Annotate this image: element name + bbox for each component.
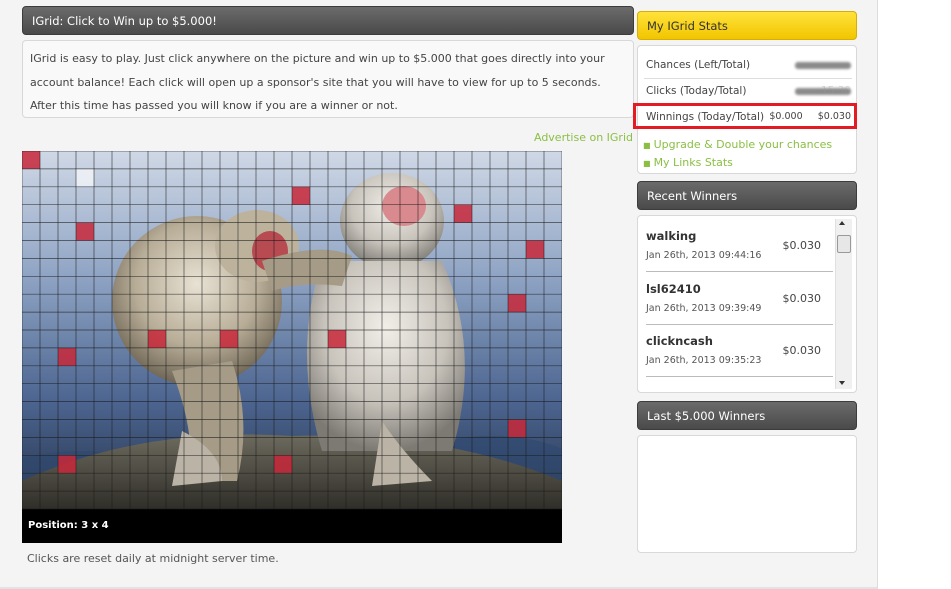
clicked-cell bbox=[454, 204, 472, 223]
winner-name: lsl62410 bbox=[646, 282, 701, 296]
clicked-cell bbox=[328, 330, 346, 348]
recent-winners-scrollbar[interactable] bbox=[835, 219, 852, 389]
stat-row-clicks: Clicks (Today/Total) 15 30 bbox=[646, 85, 851, 97]
reset-note: Clicks are reset daily at midnight serve… bbox=[27, 552, 279, 565]
stat-label-clicks: Clicks (Today/Total) bbox=[646, 85, 747, 97]
position-readout: Position: 3 x 4 bbox=[28, 520, 109, 531]
winnings-highlight-box bbox=[633, 103, 857, 129]
clicked-cell bbox=[58, 347, 76, 366]
winner-amount: $0.030 bbox=[782, 292, 822, 305]
scroll-down-arrow-icon[interactable] bbox=[839, 381, 845, 385]
divider bbox=[646, 271, 833, 272]
clicked-cell bbox=[220, 330, 238, 348]
position-label: Position: bbox=[28, 520, 78, 531]
clicked-cell bbox=[22, 151, 40, 169]
my-links-stats-label[interactable]: My Links Stats bbox=[654, 156, 733, 169]
divider bbox=[646, 324, 833, 325]
hover-cell[interactable] bbox=[76, 168, 94, 187]
stat-value-clicks: 15 30 bbox=[795, 85, 851, 97]
stat-value-chances-redacted bbox=[795, 59, 851, 72]
clicked-cell bbox=[274, 455, 292, 474]
last-winners-title-bar: Last $5.000 Winners bbox=[637, 401, 857, 430]
divider bbox=[646, 376, 833, 377]
winner-amount: $0.030 bbox=[782, 344, 822, 357]
last-winners-title: Last $5.000 Winners bbox=[647, 409, 766, 423]
recent-winners-title-bar: Recent Winners bbox=[637, 181, 857, 210]
bullet-icon: ■ bbox=[643, 159, 651, 168]
stat-label-chances: Chances (Left/Total) bbox=[646, 59, 751, 71]
clicked-cell bbox=[148, 330, 166, 348]
stats-title-bar: My IGrid Stats bbox=[637, 11, 857, 40]
winner-date: Jan 26th, 2013 09:44:16 bbox=[646, 250, 762, 261]
stat-row-chances: Chances (Left/Total) bbox=[646, 59, 851, 71]
page-right-margin bbox=[877, 0, 951, 589]
clicked-cell bbox=[58, 455, 76, 474]
position-value: 3 x 4 bbox=[81, 520, 109, 531]
winner-amount: $0.030 bbox=[782, 239, 822, 252]
main-title-bar: IGrid: Click to Win up to $5.000! bbox=[22, 6, 634, 35]
intro-text: IGrid is easy to play. Just click anywhe… bbox=[30, 52, 605, 112]
upgrade-link[interactable]: ■ Upgrade & Double your chances bbox=[643, 138, 832, 151]
clicked-cell bbox=[508, 294, 526, 313]
winner-date: Jan 26th, 2013 09:39:49 bbox=[646, 303, 762, 314]
clicked-cell bbox=[508, 419, 526, 438]
stat-value-clicks-text: 15 30 bbox=[820, 85, 851, 97]
clicked-cell bbox=[76, 222, 94, 241]
bullet-icon: ■ bbox=[643, 141, 651, 150]
my-links-stats-link[interactable]: ■ My Links Stats bbox=[643, 156, 733, 169]
upgrade-link-label[interactable]: Upgrade & Double your chances bbox=[654, 138, 833, 151]
main-title: IGrid: Click to Win up to $5.000! bbox=[32, 14, 217, 28]
winner-name: clickncash bbox=[646, 334, 713, 348]
stats-title: My IGrid Stats bbox=[647, 19, 728, 33]
advertise-link[interactable]: Advertise on IGrid bbox=[534, 131, 633, 144]
last-winners-box bbox=[637, 435, 857, 553]
clicked-cell bbox=[292, 186, 310, 205]
intro-box: IGrid is easy to play. Just click anywhe… bbox=[22, 40, 634, 118]
winner-date: Jan 26th, 2013 09:35:23 bbox=[646, 355, 762, 366]
igrid-image[interactable] bbox=[22, 151, 562, 543]
recent-winners-title: Recent Winners bbox=[647, 189, 738, 203]
divider bbox=[644, 78, 852, 79]
scroll-up-arrow-icon[interactable] bbox=[839, 221, 845, 225]
clicked-cell bbox=[526, 240, 544, 259]
igrid-picture[interactable]: Position: 3 x 4 bbox=[22, 151, 562, 543]
scroll-thumb[interactable] bbox=[837, 235, 851, 253]
recent-winners-list: walking Jan 26th, 2013 09:44:16 $0.030 l… bbox=[637, 215, 857, 393]
winner-name: walking bbox=[646, 229, 697, 243]
